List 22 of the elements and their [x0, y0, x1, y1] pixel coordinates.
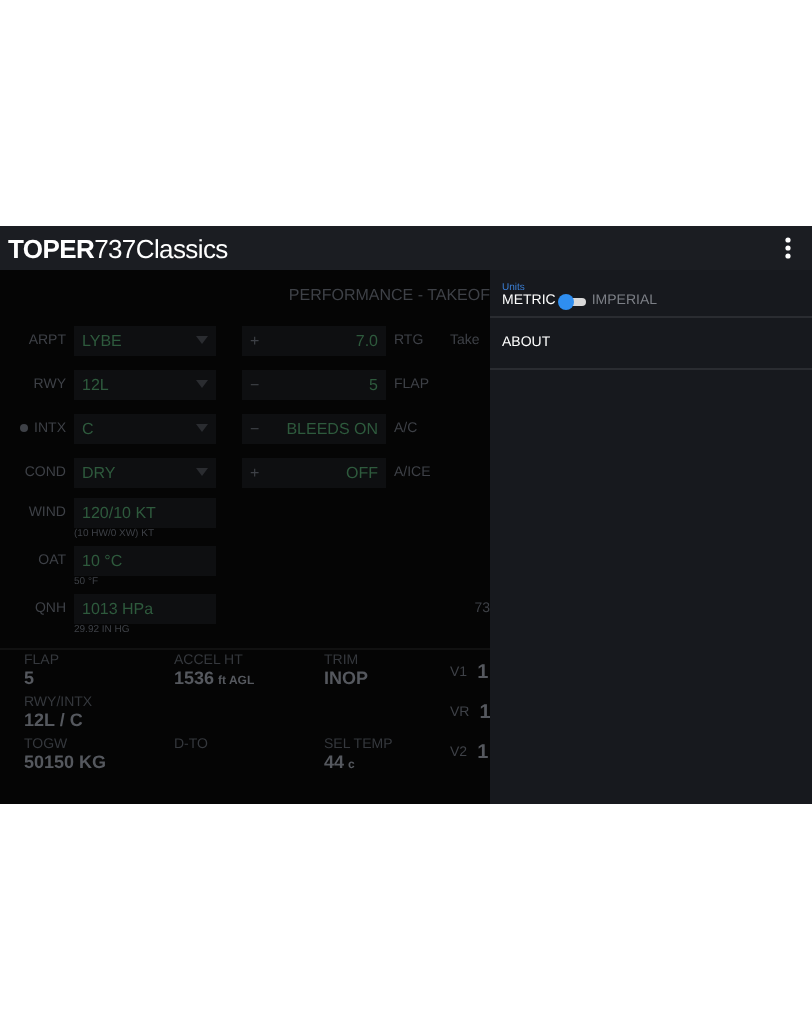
result-value: INOP [324, 668, 371, 688]
dropdown-field[interactable]: 12L [74, 369, 216, 399]
speed-value: 1 [479, 702, 490, 724]
result-value: 50150 KG [24, 752, 109, 772]
stepper-field[interactable]: + OFF [242, 457, 386, 487]
unit-toggle[interactable] [561, 297, 586, 305]
stepper-field[interactable]: + 7.0 [242, 325, 386, 355]
result-value: 12L / C [24, 710, 85, 730]
stepper-field[interactable]: − 5 [242, 369, 386, 399]
input-field[interactable]: 120/10 KT [74, 497, 216, 527]
input-field[interactable]: 10 °C [74, 545, 216, 575]
app-logo: TOPER737Classics [8, 233, 228, 263]
dropdown-field[interactable]: C [74, 413, 216, 443]
input-field[interactable]: 1013 HPa [74, 593, 216, 623]
dropdown-field[interactable]: DRY [74, 457, 216, 487]
speed-value: 1 [477, 742, 489, 764]
more-menu-icon[interactable] [784, 236, 792, 260]
speed-value: 1 [477, 662, 489, 684]
dropdown-field[interactable]: LYBE [74, 325, 216, 355]
result-value: 5 [24, 668, 37, 688]
stepper-field[interactable]: − BLEEDS ON [242, 413, 386, 443]
page-title: PERFORMANCE - TAKEOF [288, 286, 490, 304]
